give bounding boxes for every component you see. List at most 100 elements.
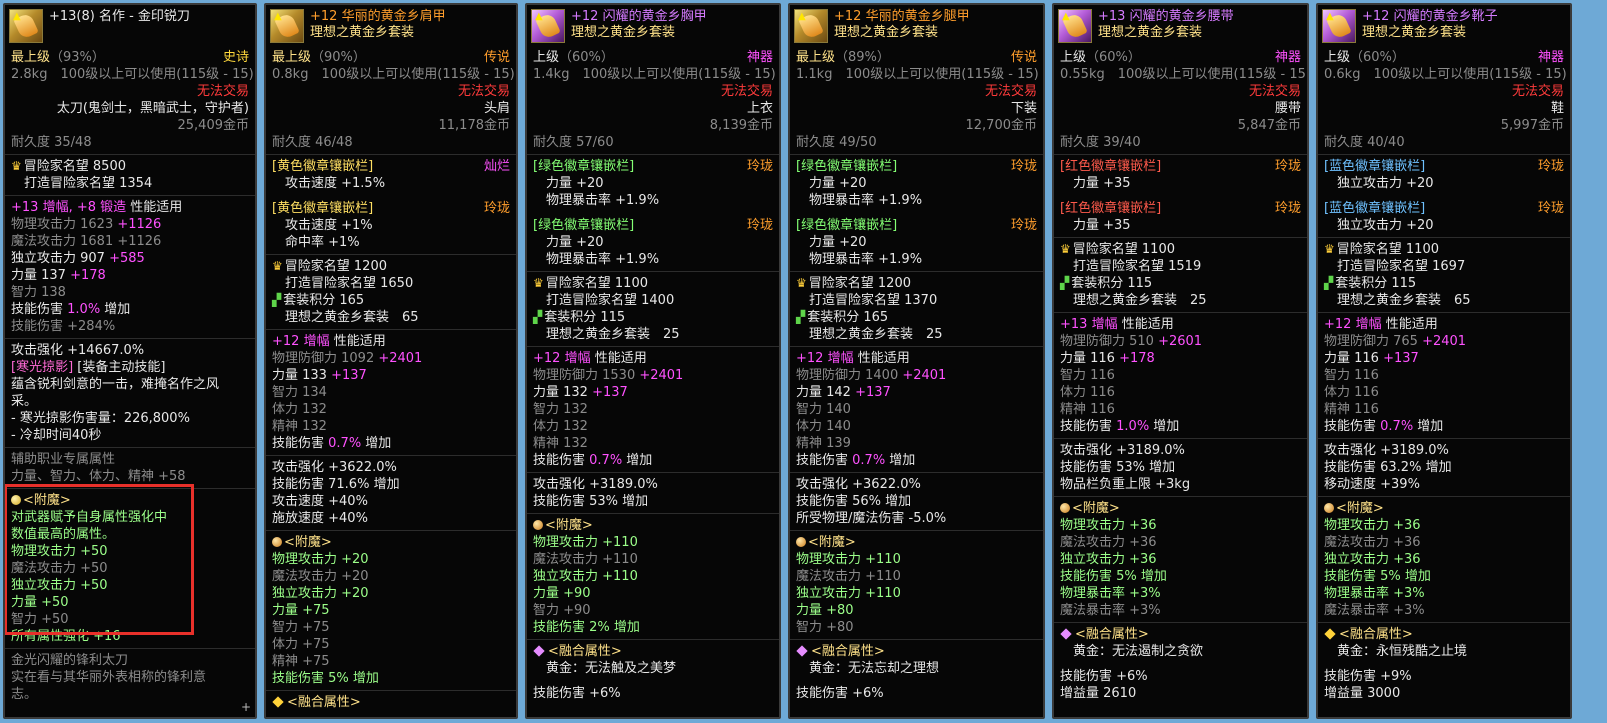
text-span: 精神 139: [796, 436, 851, 451]
stat-left: ♛ 冒险家名望 1100: [1324, 241, 1439, 258]
text-span: +12 闪耀的黄金乡靴子: [1362, 9, 1498, 24]
stat-line: 攻击强化 +3189.0%: [1318, 442, 1570, 459]
stat-left: 打造冒险家名望 1400: [533, 292, 674, 309]
stat-left: 黄金：无法遏制之贪欲: [1060, 643, 1203, 660]
rarity-marker-icon: ▲: [798, 11, 806, 22]
item-title-line: 理想之黄金乡套装: [571, 25, 707, 41]
stat-left: 攻击速度 +1%: [272, 217, 373, 234]
stat-left: 物理暴击率 +1.9%: [533, 251, 659, 268]
text-span: 技能伤害: [1060, 419, 1117, 434]
text-span: 耐久度 39/40: [1060, 135, 1141, 150]
text-span: 攻击强化 +3189.0%: [1060, 443, 1185, 458]
stat-line: 魔法攻击力 +36: [1054, 534, 1307, 551]
stat-line: 5,847金币: [1054, 117, 1307, 134]
stat-line: 耐久度 46/48: [266, 134, 516, 151]
stat-line: 实在看与其华丽外表相称的锋利意: [5, 669, 255, 686]
stat-left: 物理防御力 1530 +2401: [533, 367, 683, 384]
text-span: 0.7%: [328, 436, 362, 451]
stat-line: <附魔>: [527, 517, 779, 534]
divider: [266, 329, 516, 330]
stat-left: 志。: [11, 686, 37, 703]
stat-left: 力量 116 +178: [1060, 350, 1155, 367]
stat-left: 魔法暴击率 +3%: [1324, 602, 1425, 619]
stat-line: 物理攻击力 +36: [1318, 517, 1570, 534]
stat-left: 技能伤害 53% 增加: [533, 493, 648, 510]
rarity-marker-icon: ▲: [13, 11, 21, 22]
stat-line: 力量 116 +137: [1318, 350, 1570, 367]
stat-right: 下装: [1010, 101, 1037, 116]
text-span: +2401: [374, 351, 423, 366]
text-span: 力量 116: [1060, 351, 1115, 366]
stat-line: <附魔>: [1054, 500, 1307, 517]
divider: [266, 455, 516, 456]
stat-line: 物理防御力 1400 +2401: [790, 367, 1043, 384]
text-span: +12 增幅: [533, 351, 591, 366]
text-span: +2401: [898, 368, 947, 383]
fusion-diamond-icon: [533, 645, 545, 657]
stat-line: 物理攻击力 +36: [1054, 517, 1307, 534]
stat-line: [红色徽章镶嵌栏] 玲珑: [1054, 158, 1307, 175]
stat-right: 玲珑: [746, 218, 773, 233]
stat-line: ♛ 冒险家名望 1100: [527, 275, 779, 292]
stat-line: 力量 142 +137: [790, 384, 1043, 401]
stat-left: 力量、智力、体力、精神 +58: [11, 468, 186, 485]
stat-left: 所受物理/魔法伤害 -5.0%: [796, 510, 946, 527]
stat-left: <附魔>: [1324, 500, 1384, 517]
text-span: <附魔>: [1336, 501, 1384, 516]
text-span: 精神 132: [272, 419, 327, 434]
text-span: 智力 +80: [796, 620, 854, 635]
text-span: 魔法攻击力 +36: [1324, 535, 1421, 550]
stat-line: 最上级（89%） 传说: [790, 49, 1043, 66]
stat-line: 物理暴击率 +1.9%: [527, 251, 779, 268]
fame-crown-icon: ♛: [11, 159, 22, 173]
item-title-line: 理想之黄金乡套装: [834, 25, 970, 41]
stat-left: <附魔>: [1060, 500, 1120, 517]
stat-right: 上衣: [746, 101, 773, 116]
text-span: [蓝色徽章镶嵌栏]: [1324, 159, 1426, 174]
expand-icon[interactable]: +: [241, 700, 251, 714]
stat-line: 打造冒险家名望 1697: [1318, 258, 1570, 275]
stat-right: 无法交易: [720, 84, 773, 99]
stat-left: ▞ 套装积分 115: [1324, 275, 1416, 292]
stat-left: 物理攻击力 +36: [1324, 517, 1421, 534]
text-span: <融合属性>: [1339, 627, 1413, 642]
text-span: 上级: [1060, 50, 1087, 65]
text-span: 技能伤害 +6%: [1060, 669, 1148, 684]
text-span: 力量 137: [11, 268, 66, 283]
stat-line: 1.4kg 100级以上可以使用(115级 - 15): [527, 66, 779, 83]
divider: [790, 472, 1043, 473]
stat-left: 技能伤害 56% 增加: [796, 493, 911, 510]
stat-line: 体力 132: [527, 418, 779, 435]
stat-line: +13 增幅, +8 锻造 性能适用: [5, 199, 255, 216]
tooltip-chest: ▲ +12 闪耀的黄金乡胸甲 理想之黄金乡套装 上级（60%） 神器 1.4kg 100级…: [525, 3, 781, 719]
text-span: +137: [1378, 351, 1419, 366]
text-span: 智力 134: [272, 385, 327, 400]
item-title-line: +13(8) 名作 - 金印锐刀: [49, 9, 190, 25]
stat-line: 无法交易: [266, 83, 516, 100]
stat-line: 独立攻击力 +20: [266, 585, 516, 602]
text-span: 最上级: [796, 50, 836, 65]
stat-line: 体力 116: [1318, 384, 1570, 401]
text-span: [红色徽章镶嵌栏]: [1060, 159, 1162, 174]
stat-left: 精神 139: [796, 435, 851, 452]
stat-left: 黄金：永恒残酷之止境: [1324, 643, 1467, 660]
stat-line: 无法交易: [5, 83, 255, 100]
text-span: 技能伤害 5% 增加: [1060, 569, 1167, 584]
text-span: 1.0%: [1116, 419, 1150, 434]
text-span: - 寒光掠影伤害量：226,800%: [11, 411, 190, 426]
stat-right: 鞋: [1550, 101, 1564, 116]
text-span: 理想之黄金乡套装 65: [272, 310, 419, 325]
text-span: 套装积分 165: [807, 310, 889, 325]
text-span: [绿色徽章镶嵌栏]: [796, 159, 898, 174]
fusion-diamond-icon: [1324, 628, 1336, 640]
text-span: +137: [587, 385, 628, 400]
divider: [527, 346, 779, 347]
stat-line: 耐久度 57/60: [527, 134, 779, 151]
set-points-icon: ▞: [796, 310, 806, 324]
set-points-icon: ▞: [533, 310, 543, 324]
stat-left: 最上级（90%）: [272, 49, 366, 66]
text-span: 打造冒险家名望 1650: [272, 276, 414, 291]
divider: [527, 639, 779, 640]
stat-line: 理想之黄金乡套装 65: [266, 309, 516, 326]
text-span: +12 增幅: [1324, 317, 1382, 332]
